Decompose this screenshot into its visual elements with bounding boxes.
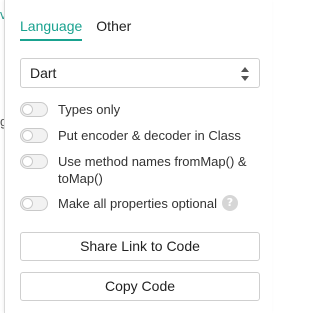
method-names-toggle[interactable] bbox=[20, 154, 48, 169]
option-label: Put encoder & decoder in Class bbox=[58, 128, 241, 143]
types-only-toggle[interactable] bbox=[20, 102, 48, 117]
toggle-knob bbox=[22, 130, 33, 141]
tab-other[interactable]: Other bbox=[96, 18, 131, 41]
toggle-knob bbox=[22, 104, 33, 115]
option-optional-properties: Make all properties optional ? bbox=[20, 195, 238, 212]
optional-properties-toggle[interactable] bbox=[20, 196, 48, 211]
toggle-knob bbox=[22, 156, 33, 167]
option-encoder-decoder: Put encoder & decoder in Class bbox=[20, 127, 241, 144]
tab-bar: Language Other bbox=[20, 18, 131, 41]
option-types-only: Types only bbox=[20, 101, 120, 118]
copy-code-button[interactable]: Copy Code bbox=[20, 272, 260, 301]
option-label: Make all properties optional bbox=[58, 196, 217, 211]
tab-language[interactable]: Language bbox=[20, 18, 83, 41]
page: v g Language Other Dart Types only Put e… bbox=[0, 0, 272, 313]
option-label: Use method names fromMap() & toMap() bbox=[58, 154, 247, 186]
select-arrows-icon bbox=[241, 67, 249, 81]
language-select-value: Dart bbox=[30, 65, 57, 81]
encoder-decoder-toggle[interactable] bbox=[20, 128, 48, 143]
toggle-knob bbox=[22, 198, 33, 209]
question-icon[interactable]: ? bbox=[221, 195, 238, 211]
options-panel: Language Other Dart Types only Put encod… bbox=[4, 0, 272, 313]
share-link-button[interactable]: Share Link to Code bbox=[20, 232, 260, 261]
option-method-names: Use method names fromMap() & toMap() bbox=[20, 153, 253, 187]
option-label: Types only bbox=[58, 102, 121, 117]
language-select[interactable]: Dart bbox=[20, 58, 260, 88]
